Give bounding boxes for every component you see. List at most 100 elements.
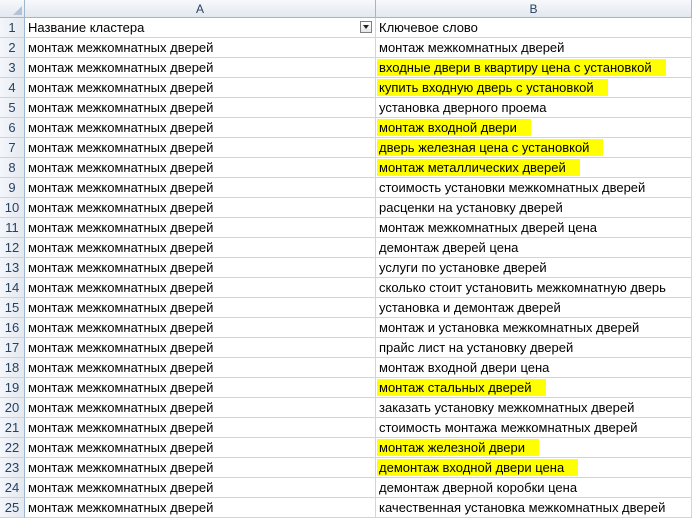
keyword-cell[interactable]: демонтаж дверей цена xyxy=(376,238,692,258)
keyword-cell[interactable]: услуги по установке дверей xyxy=(376,258,692,278)
keyword-cell[interactable]: монтаж железной двери xyxy=(376,438,692,458)
keyword-cell[interactable]: входные двери в квартиру цена с установк… xyxy=(376,58,692,78)
keyword-cell[interactable]: монтаж и установка межкомнатных дверей xyxy=(376,318,692,338)
cluster-cell[interactable]: монтаж межкомнатных дверей xyxy=(25,58,376,78)
keyword-header-label: Ключевое слово xyxy=(379,20,478,35)
cluster-cell[interactable]: монтаж межкомнатных дверей xyxy=(25,258,376,278)
row-header[interactable]: 15 xyxy=(0,298,25,318)
cluster-cell[interactable]: монтаж межкомнатных дверей xyxy=(25,418,376,438)
keyword-text: демонтаж дверной коробки цена xyxy=(379,480,578,495)
highlighted-keyword-text: монтаж стальных дверей xyxy=(377,379,546,396)
cluster-cell[interactable]: монтаж межкомнатных дверей xyxy=(25,378,376,398)
cluster-cell[interactable]: монтаж межкомнатных дверей xyxy=(25,198,376,218)
keyword-text: монтаж и установка межкомнатных дверей xyxy=(379,320,640,335)
keyword-cell[interactable]: стоимость монтажа межкомнатных дверей xyxy=(376,418,692,438)
row-header[interactable]: 14 xyxy=(0,278,25,298)
keyword-cell[interactable]: установка дверного проема xyxy=(376,98,692,118)
keyword-cell[interactable]: демонтаж входной двери цена xyxy=(376,458,692,478)
row-header[interactable]: 11 xyxy=(0,218,25,238)
keyword-cell[interactable]: монтаж межкомнатных дверей цена xyxy=(376,218,692,238)
cell-a1-cluster-header[interactable]: Название кластера xyxy=(25,18,376,38)
keyword-cell[interactable]: купить входную дверь с установкой xyxy=(376,78,692,98)
dropdown-arrow-icon[interactable] xyxy=(360,21,372,33)
keyword-cell[interactable]: установка и демонтаж дверей xyxy=(376,298,692,318)
cluster-text: монтаж межкомнатных дверей xyxy=(28,80,214,95)
keyword-text: услуги по установке дверей xyxy=(379,260,547,275)
row-header[interactable]: 7 xyxy=(0,138,25,158)
cluster-cell[interactable]: монтаж межкомнатных дверей xyxy=(25,438,376,458)
row-header[interactable]: 6 xyxy=(0,118,25,138)
row-header[interactable]: 18 xyxy=(0,358,25,378)
row-header[interactable]: 10 xyxy=(0,198,25,218)
cluster-text: монтаж межкомнатных дверей xyxy=(28,400,214,415)
keyword-cell[interactable]: монтаж входной двери цена xyxy=(376,358,692,378)
row-header[interactable]: 9 xyxy=(0,178,25,198)
keyword-cell[interactable]: заказать установку межкомнатных дверей xyxy=(376,398,692,418)
cluster-cell[interactable]: монтаж межкомнатных дверей xyxy=(25,318,376,338)
keyword-text: монтаж входной двери цена xyxy=(379,360,550,375)
keyword-cell[interactable]: качественная установка межкомнатных двер… xyxy=(376,498,692,518)
keyword-text: сколько стоит установить межкомнатную дв… xyxy=(379,280,666,295)
keyword-text: качественная установка межкомнатных двер… xyxy=(379,500,666,515)
row-header[interactable]: 20 xyxy=(0,398,25,418)
cluster-cell[interactable]: монтаж межкомнатных дверей xyxy=(25,478,376,498)
row-header[interactable]: 12 xyxy=(0,238,25,258)
cluster-header-label: Название кластера xyxy=(28,20,145,35)
row-header[interactable]: 16 xyxy=(0,318,25,338)
cluster-cell[interactable]: монтаж межкомнатных дверей xyxy=(25,338,376,358)
cluster-cell[interactable]: монтаж межкомнатных дверей xyxy=(25,278,376,298)
cluster-cell[interactable]: монтаж межкомнатных дверей xyxy=(25,158,376,178)
row-header[interactable]: 4 xyxy=(0,78,25,98)
row-header[interactable]: 25 xyxy=(0,498,25,518)
row-header[interactable]: 23 xyxy=(0,458,25,478)
keyword-text: стоимость установки межкомнатных дверей xyxy=(379,180,646,195)
keyword-cell[interactable]: монтаж входной двери xyxy=(376,118,692,138)
keyword-cell[interactable]: монтаж межкомнатных дверей xyxy=(376,38,692,58)
row-header[interactable]: 17 xyxy=(0,338,25,358)
column-header-b[interactable]: B xyxy=(376,0,692,18)
cluster-text: монтаж межкомнатных дверей xyxy=(28,440,214,455)
keyword-cell[interactable]: демонтаж дверной коробки цена xyxy=(376,478,692,498)
select-all-corner[interactable] xyxy=(0,0,25,18)
keyword-cell[interactable]: расценки на установку дверей xyxy=(376,198,692,218)
cluster-cell[interactable]: монтаж межкомнатных дверей xyxy=(25,178,376,198)
cluster-cell[interactable]: монтаж межкомнатных дверей xyxy=(25,118,376,138)
cluster-cell[interactable]: монтаж межкомнатных дверей xyxy=(25,458,376,478)
cluster-cell[interactable]: монтаж межкомнатных дверей xyxy=(25,218,376,238)
row-header[interactable]: 13 xyxy=(0,258,25,278)
row-header[interactable]: 1 xyxy=(0,18,25,38)
cluster-cell[interactable]: монтаж межкомнатных дверей xyxy=(25,398,376,418)
row-header[interactable]: 22 xyxy=(0,438,25,458)
cluster-cell[interactable]: монтаж межкомнатных дверей xyxy=(25,78,376,98)
keyword-cell[interactable]: сколько стоит установить межкомнатную дв… xyxy=(376,278,692,298)
row-header[interactable]: 19 xyxy=(0,378,25,398)
cluster-cell[interactable]: монтаж межкомнатных дверей xyxy=(25,498,376,518)
row-header[interactable]: 24 xyxy=(0,478,25,498)
keyword-cell[interactable]: дверь железная цена с установкой xyxy=(376,138,692,158)
cluster-cell[interactable]: монтаж межкомнатных дверей xyxy=(25,98,376,118)
keyword-text: установка дверного проема xyxy=(379,100,547,115)
keyword-cell[interactable]: монтаж металлических дверей xyxy=(376,158,692,178)
cluster-cell[interactable]: монтаж межкомнатных дверей xyxy=(25,238,376,258)
cluster-text: монтаж межкомнатных дверей xyxy=(28,100,214,115)
keyword-cell[interactable]: стоимость установки межкомнатных дверей xyxy=(376,178,692,198)
cluster-text: монтаж межкомнатных дверей xyxy=(28,140,214,155)
cluster-text: монтаж межкомнатных дверей xyxy=(28,300,214,315)
keyword-text: стоимость монтажа межкомнатных дверей xyxy=(379,420,638,435)
column-header-a[interactable]: A xyxy=(25,0,376,18)
row-header[interactable]: 8 xyxy=(0,158,25,178)
cluster-text: монтаж межкомнатных дверей xyxy=(28,160,214,175)
cluster-cell[interactable]: монтаж межкомнатных дверей xyxy=(25,298,376,318)
cell-b1-keyword-header[interactable]: Ключевое слово xyxy=(376,18,692,38)
cluster-text: монтаж межкомнатных дверей xyxy=(28,180,214,195)
row-header[interactable]: 3 xyxy=(0,58,25,78)
cluster-cell[interactable]: монтаж межкомнатных дверей xyxy=(25,138,376,158)
cluster-cell[interactable]: монтаж межкомнатных дверей xyxy=(25,38,376,58)
keyword-cell[interactable]: монтаж стальных дверей xyxy=(376,378,692,398)
keyword-cell[interactable]: прайс лист на установку дверей xyxy=(376,338,692,358)
row-header[interactable]: 5 xyxy=(0,98,25,118)
row-header[interactable]: 2 xyxy=(0,38,25,58)
cluster-cell[interactable]: монтаж межкомнатных дверей xyxy=(25,358,376,378)
cluster-text: монтаж межкомнатных дверей xyxy=(28,380,214,395)
row-header[interactable]: 21 xyxy=(0,418,25,438)
